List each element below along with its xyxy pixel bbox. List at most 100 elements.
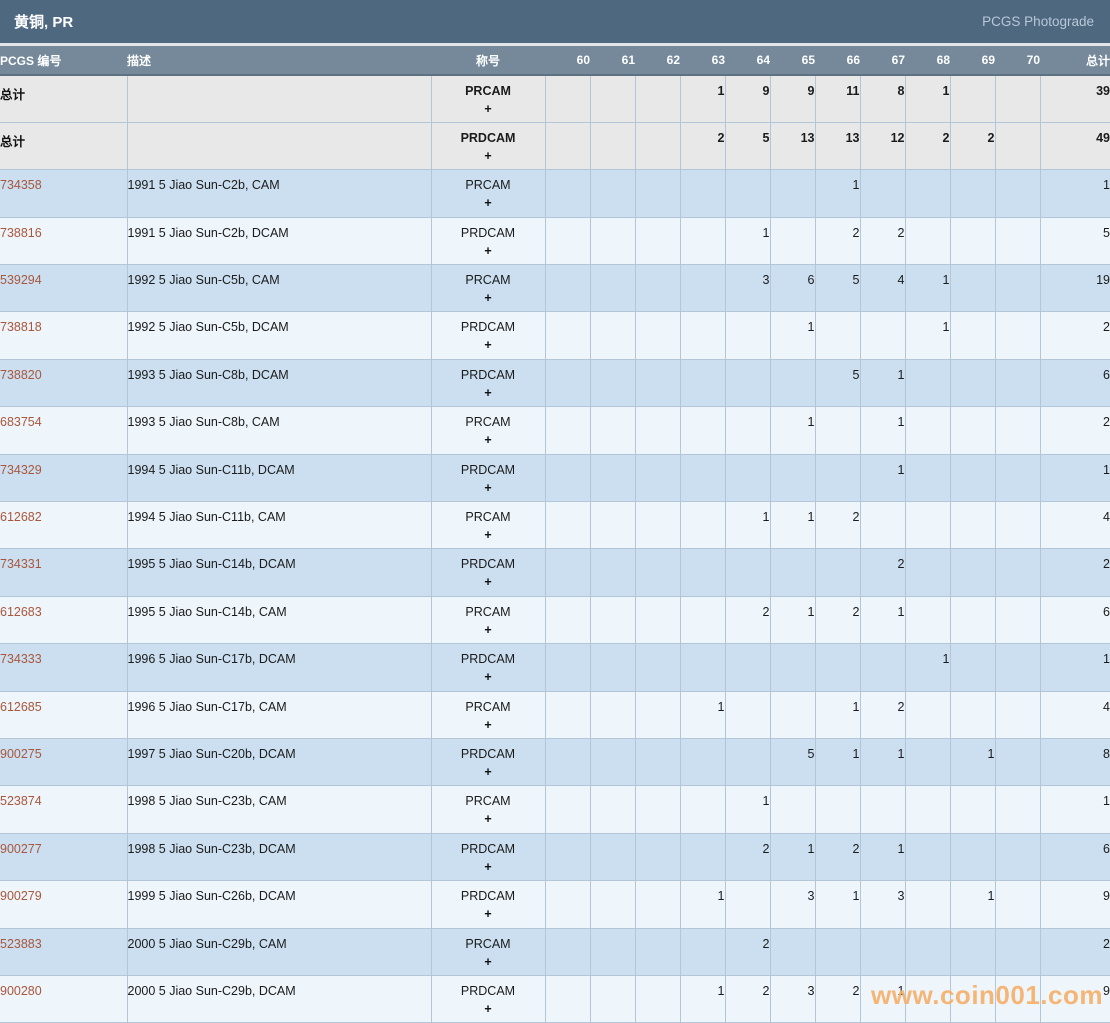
designation-cell: PRCAM +	[430, 595, 546, 645]
grade-count-cell-68: 1	[904, 264, 951, 313]
pcgs-number-cell: 539294	[0, 264, 128, 313]
grade-count-cell-67	[859, 643, 906, 692]
designation-label: PRCAM	[465, 699, 511, 714]
pcgs-number-cell: 900277	[0, 832, 128, 882]
grade-count-cell-65: 13	[769, 121, 816, 171]
grade-count-cell-69: 1	[949, 737, 996, 787]
pcgs-number-link[interactable]: 612682	[0, 510, 42, 524]
designation-cell: PRDCAM +	[430, 832, 546, 882]
pcgs-number-link[interactable]: 539294	[0, 273, 42, 287]
grade-count-cell-64	[724, 169, 771, 218]
designation-label: PRCAM	[465, 604, 511, 619]
grade-count-cell-66	[814, 785, 861, 834]
grade-count-cell-70	[994, 216, 1041, 266]
designation-label: PRDCAM	[460, 130, 516, 145]
table-row: 683754 1993 5 Jiao Sun-C8b, CAM PRCAM +1 1 2	[0, 406, 1110, 455]
grade-count-cell-62	[634, 927, 681, 976]
grade-count-cell-70	[994, 501, 1041, 550]
plus-sign: +	[484, 196, 492, 211]
pcgs-number-link[interactable]: 738820	[0, 368, 42, 382]
designation-cell: PRCAM +	[430, 169, 546, 218]
grade-count-cell-64	[724, 358, 771, 408]
description-cell: 1999 5 Jiao Sun-C26b, DCAM	[126, 880, 432, 929]
pcgs-number-cell: 734358	[0, 169, 128, 218]
row-total-cell: 1	[1039, 643, 1110, 692]
grade-count-cell-65: 1	[769, 311, 816, 360]
designation-cell: PRDCAM +	[430, 974, 546, 1023]
grade-count-cell-63	[679, 548, 726, 597]
grade-count-cell-63	[679, 216, 726, 266]
designation-label: PRCAM	[465, 936, 511, 951]
grade-count-cell-68	[904, 737, 951, 787]
grade-count-cell-68	[904, 974, 951, 1023]
pcgs-number-link[interactable]: 900275	[0, 747, 42, 761]
header-grade-68: 68	[905, 46, 950, 76]
table-row: 900277 1998 5 Jiao Sun-C23b, DCAM PRDCAM +2…	[0, 832, 1110, 882]
designation-label: PRDCAM	[460, 225, 516, 240]
pcgs-number-link[interactable]: 612683	[0, 605, 42, 619]
plus-sign: +	[484, 812, 492, 827]
grade-count-cell-64: 2	[724, 832, 771, 882]
row-total-cell: 1	[1039, 169, 1110, 218]
header-grade-60: 60	[545, 46, 590, 76]
pcgs-number-cell: 900275	[0, 737, 128, 787]
pcgs-number-link[interactable]: 683754	[0, 415, 42, 429]
grade-count-cell-70	[994, 785, 1041, 834]
grade-count-cell-65	[769, 169, 816, 218]
grade-count-cell-66: 13	[814, 121, 861, 171]
grade-count-cell-70	[994, 311, 1041, 360]
grade-count-cell-64: 3	[724, 264, 771, 313]
pcgs-number-link[interactable]: 900277	[0, 842, 42, 856]
grade-count-cell-61	[589, 264, 636, 313]
description-cell: 2000 5 Jiao Sun-C29b, DCAM	[126, 974, 432, 1023]
grade-count-cell-63: 2	[679, 121, 726, 171]
pcgs-number-cell: 523883	[0, 927, 128, 976]
designation-cell: PRDCAM +	[430, 216, 546, 266]
grade-count-cell-61	[589, 311, 636, 360]
pcgs-number-link[interactable]: 523874	[0, 794, 42, 808]
pcgs-number-link[interactable]: 612685	[0, 700, 42, 714]
grade-count-cell-60	[544, 358, 591, 408]
grade-count-cell-60	[544, 216, 591, 266]
grade-count-cell-67: 3	[859, 880, 906, 929]
row-total-cell: 6	[1039, 832, 1110, 882]
grade-count-cell-68	[904, 169, 951, 218]
grade-count-cell-68	[904, 832, 951, 882]
designation-label: PRDCAM	[460, 652, 516, 667]
pcgs-number-link[interactable]: 734329	[0, 463, 42, 477]
designation-label: PRDCAM	[460, 746, 516, 761]
description-cell: 1996 5 Jiao Sun-C17b, CAM	[126, 690, 432, 739]
designation-cell: PRCAM +	[430, 74, 546, 123]
pcgs-number-cell: 738816	[0, 216, 128, 266]
description-cell: 1993 5 Jiao Sun-C8b, CAM	[126, 406, 432, 455]
grade-count-cell-60	[544, 453, 591, 503]
pcgs-number-link[interactable]: 523883	[0, 937, 42, 951]
grade-count-cell-63	[679, 169, 726, 218]
plus-sign: +	[484, 859, 492, 874]
grade-count-cell-62	[634, 501, 681, 550]
pcgs-photograde-link[interactable]: PCGS Photograde	[982, 14, 1094, 29]
designation-label: PRDCAM	[460, 462, 516, 477]
pcgs-number-link[interactable]: 900279	[0, 889, 42, 903]
grade-count-cell-64	[724, 643, 771, 692]
description-cell: 1994 5 Jiao Sun-C11b, DCAM	[126, 453, 432, 503]
designation-cell: PRCAM +	[430, 785, 546, 834]
pcgs-number-link[interactable]: 738816	[0, 226, 42, 240]
pcgs-number-link[interactable]: 734358	[0, 178, 42, 192]
pcgs-number-cell: 612685	[0, 690, 128, 739]
grade-count-cell-69	[949, 974, 996, 1023]
grade-count-cell-63	[679, 737, 726, 787]
grade-count-cell-70	[994, 927, 1041, 976]
designation-label: PRCAM	[465, 273, 511, 288]
grade-count-cell-70	[994, 880, 1041, 929]
grade-count-cell-61	[589, 74, 636, 123]
description-cell: 1992 5 Jiao Sun-C5b, CAM	[126, 264, 432, 313]
pcgs-number-link[interactable]: 734331	[0, 557, 42, 571]
pcgs-number-link[interactable]: 734333	[0, 652, 42, 666]
grade-count-cell-67: 1	[859, 453, 906, 503]
pcgs-number-link[interactable]: 900280	[0, 984, 42, 998]
grade-count-cell-61	[589, 358, 636, 408]
plus-sign: +	[484, 433, 492, 448]
table-row: 523874 1998 5 Jiao Sun-C23b, CAM PRCAM +1 1	[0, 785, 1110, 834]
pcgs-number-link[interactable]: 738818	[0, 320, 42, 334]
